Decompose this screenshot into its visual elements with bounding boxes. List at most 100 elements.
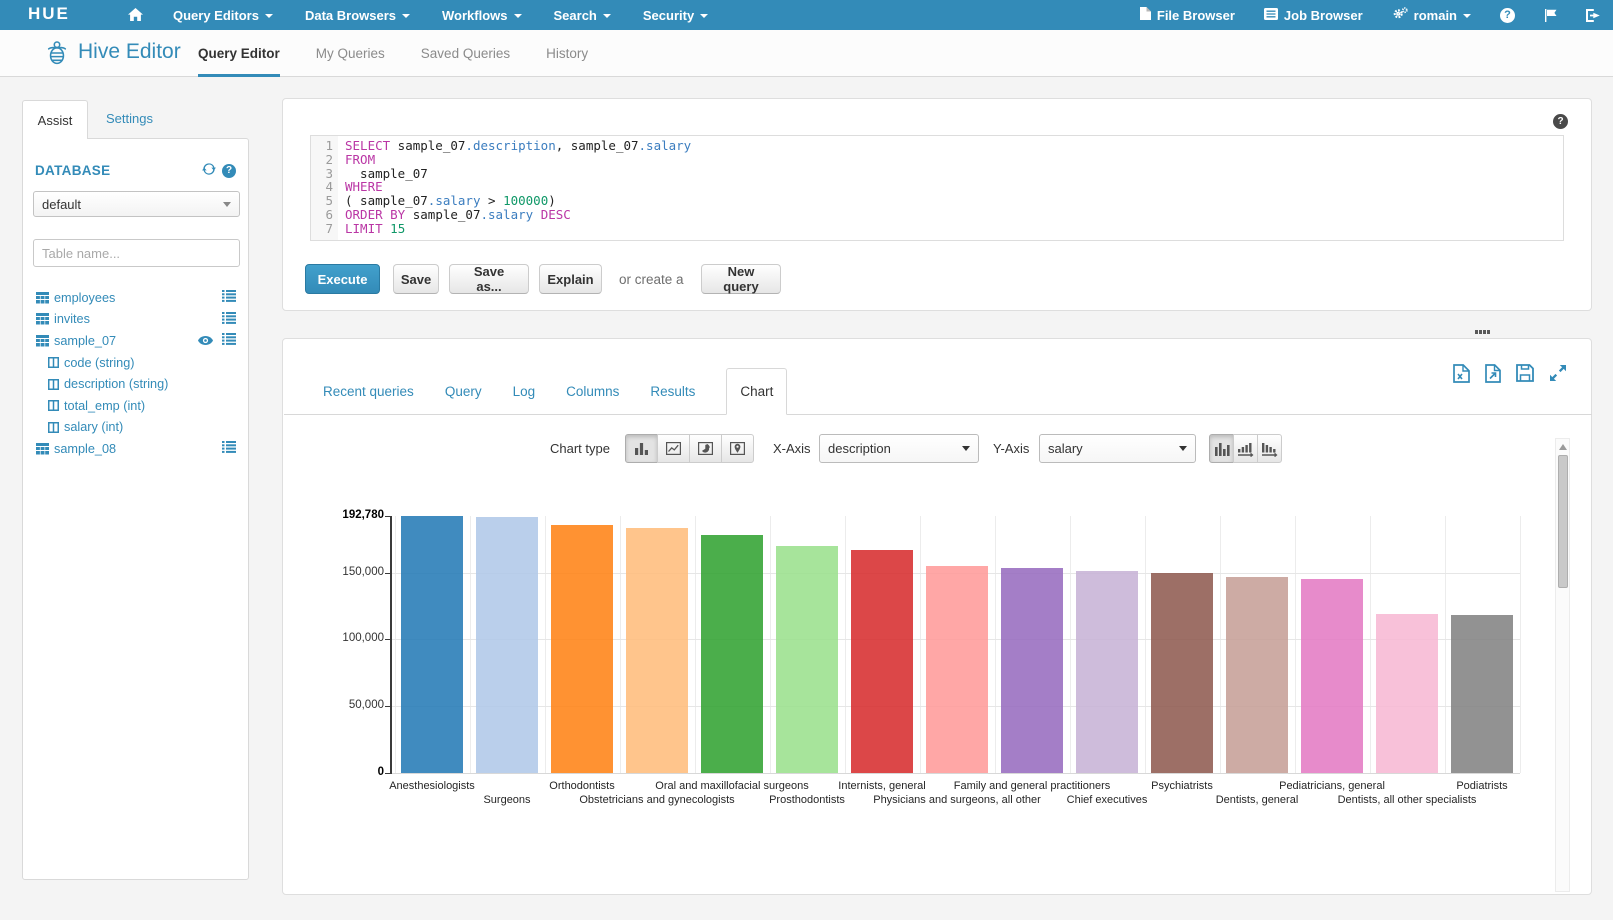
tab-query-editor[interactable]: Query Editor <box>198 30 280 77</box>
bar-dentists-general[interactable] <box>1226 577 1288 773</box>
download-xls-icon[interactable] <box>1453 364 1470 386</box>
browse-data-icon[interactable] <box>222 333 236 348</box>
x-axis-category-label: Dentists, general <box>1216 794 1299 806</box>
bar-family-and-general-practitioners[interactable] <box>1001 568 1063 773</box>
table-item-sample_08[interactable]: sample_08 <box>23 438 248 460</box>
menu-query-editors[interactable]: Query Editors <box>173 8 273 23</box>
map-chart-button[interactable] <box>721 434 754 463</box>
bar-chief-executives[interactable] <box>1076 571 1138 773</box>
editor-help-icon[interactable]: ? <box>1553 114 1568 129</box>
table-filter-input[interactable] <box>33 239 240 267</box>
bar-psychiatrists[interactable] <box>1151 573 1213 773</box>
sort-none-button[interactable] <box>1209 434 1234 463</box>
help-icon[interactable]: ? <box>1500 8 1515 23</box>
sign-out-icon[interactable] <box>1586 9 1600 22</box>
gridline-vertical <box>395 516 396 774</box>
explain-button[interactable]: Explain <box>539 264 602 294</box>
bar-chart-button[interactable] <box>625 434 658 463</box>
x-axis-category-label: Obstetricians and gynecologists <box>579 794 734 806</box>
line-chart-icon <box>666 442 681 455</box>
hive-logo <box>44 39 70 69</box>
column-item-total_emp[interactable]: total_emp (int) <box>23 395 248 417</box>
bar-physicians-and-surgeons-all-other[interactable] <box>926 566 988 773</box>
bar-anesthesiologists[interactable] <box>401 516 463 774</box>
save-as-button[interactable]: Save as... <box>449 264 529 294</box>
bar-prosthodontists[interactable] <box>776 546 838 773</box>
scrollbar-thumb[interactable] <box>1558 455 1568 588</box>
table-item-employees[interactable]: employees <box>23 287 248 309</box>
database-help-icon[interactable]: ? <box>222 164 236 178</box>
save-results-icon[interactable] <box>1516 364 1534 386</box>
chart-scrollbar[interactable] <box>1555 438 1570 892</box>
sql-editor[interactable]: 1234567 SELECT sample_07.description, sa… <box>310 135 1564 241</box>
table-name: invites <box>54 312 90 326</box>
menu-security[interactable]: Security <box>643 8 708 23</box>
top-navbar: HUE Query Editors Data Browsers Workflows S… <box>0 0 1613 30</box>
preview-eye-icon[interactable] <box>198 334 213 348</box>
column-item-salary[interactable]: salary (int) <box>23 417 248 439</box>
scroll-up-icon[interactable] <box>1559 444 1567 450</box>
user-menu[interactable]: romain <box>1392 7 1471 23</box>
job-list-icon <box>1264 8 1278 23</box>
gridline-vertical <box>1145 516 1146 774</box>
browse-data-icon[interactable] <box>222 290 236 305</box>
tab-saved-queries[interactable]: Saved Queries <box>421 30 510 77</box>
tab-history[interactable]: History <box>546 30 588 77</box>
sort-desc-button[interactable] <box>1257 434 1282 463</box>
tab-my-queries[interactable]: My Queries <box>316 30 385 77</box>
bar-internists-general[interactable] <box>851 550 913 773</box>
y-axis-select[interactable]: salary <box>1039 434 1196 463</box>
menu-data-browsers[interactable]: Data Browsers <box>305 8 410 23</box>
tab-columns[interactable]: Columns <box>566 384 619 399</box>
expand-results-icon[interactable] <box>1549 364 1567 386</box>
browse-data-icon[interactable] <box>222 312 236 327</box>
pie-chart-button[interactable] <box>689 434 722 463</box>
hue-application: HUE Query Editors Data Browsers Workflows S… <box>0 0 1613 920</box>
execute-button[interactable]: Execute <box>305 264 380 294</box>
tab-chart[interactable]: Chart <box>726 368 787 415</box>
y-axis-tick-label: 0 <box>314 766 384 778</box>
bar-pediatricians-general[interactable] <box>1301 579 1363 773</box>
bar-orthodontists[interactable] <box>551 525 613 773</box>
hue-logo[interactable]: HUE <box>28 4 70 24</box>
y-axis-select-value: salary <box>1048 441 1083 456</box>
tab-assist[interactable]: Assist <box>22 100 88 139</box>
line-chart-button[interactable] <box>657 434 690 463</box>
bar-dentists-all-other-specialists[interactable] <box>1376 614 1438 773</box>
gridline-vertical <box>1295 516 1296 774</box>
chart-type-buttons <box>625 434 754 463</box>
x-axis-select[interactable]: description <box>819 434 979 463</box>
bar-chart-icon <box>634 442 649 455</box>
tab-recent-queries[interactable]: Recent queries <box>323 384 414 399</box>
tab-settings[interactable]: Settings <box>106 111 153 126</box>
column-item-code[interactable]: code (string) <box>23 352 248 374</box>
tab-log[interactable]: Log <box>513 384 536 399</box>
bar-podiatrists[interactable] <box>1451 615 1513 773</box>
new-query-button[interactable]: New query <box>701 264 781 294</box>
home-icon[interactable] <box>128 8 143 24</box>
refresh-icon[interactable] <box>202 162 216 179</box>
database-select[interactable]: default <box>33 191 240 217</box>
x-axis-category-label: Dentists, all other specialists <box>1338 794 1477 806</box>
panel-resize-handle[interactable] <box>1475 330 1490 334</box>
bar-oral-and-maxillofacial-surgeons[interactable] <box>701 535 763 773</box>
menu-workflows[interactable]: Workflows <box>442 8 522 23</box>
x-axis-category-label: Family and general practitioners <box>954 780 1111 792</box>
table-item-invites[interactable]: invites <box>23 309 248 331</box>
job-browser-link[interactable]: Job Browser <box>1264 8 1363 23</box>
column-item-description[interactable]: description (string) <box>23 373 248 395</box>
browse-data-icon[interactable] <box>222 441 236 456</box>
flag-icon[interactable] <box>1544 9 1557 22</box>
sort-asc-button[interactable] <box>1233 434 1258 463</box>
save-button[interactable]: Save <box>393 264 439 294</box>
menu-search[interactable]: Search <box>554 8 611 23</box>
table-item-sample_07[interactable]: sample_07 <box>23 330 248 352</box>
bar-obstetricians-and-gynecologists[interactable] <box>626 528 688 773</box>
results-tabs: Recent queries Query Log Columns Results Char… <box>323 368 787 415</box>
file-browser-link[interactable]: File Browser <box>1140 7 1235 23</box>
download-csv-icon[interactable] <box>1485 364 1501 386</box>
bar-surgeons[interactable] <box>476 517 538 773</box>
sql-line: LIMIT 15 <box>345 222 691 236</box>
tab-query[interactable]: Query <box>445 384 482 399</box>
tab-results[interactable]: Results <box>650 384 695 399</box>
